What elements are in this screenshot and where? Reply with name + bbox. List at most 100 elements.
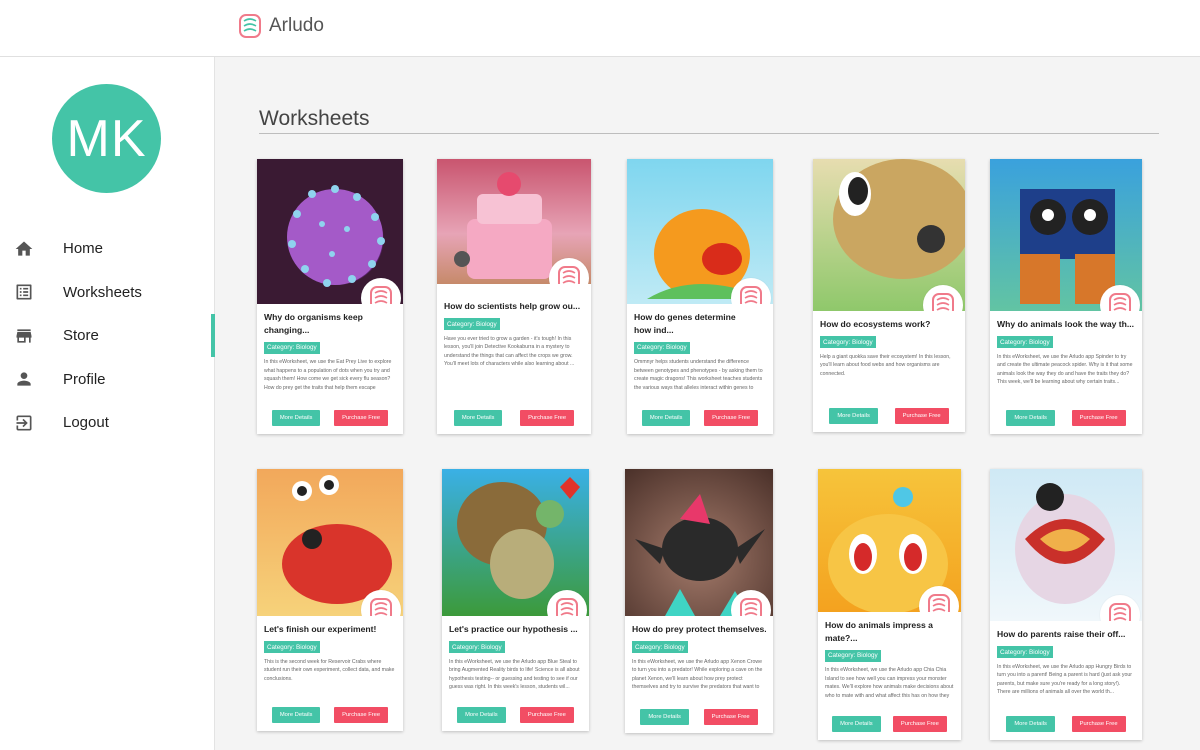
- sidebar-item-label: Profile: [63, 370, 106, 388]
- card-title: Why do organisms keep changing...: [264, 312, 363, 335]
- worksheet-card[interactable]: Why do animals look the way th... Catego…: [990, 159, 1142, 434]
- more-details-button[interactable]: More Details: [829, 408, 878, 424]
- more-details-button[interactable]: More Details: [271, 707, 321, 723]
- worksheet-card[interactable]: How do prey protect themselves... Catego…: [625, 469, 773, 733]
- sidebar-item-store[interactable]: Store: [0, 314, 215, 358]
- card-image: [625, 469, 773, 616]
- sidebar-item-label: Worksheets: [63, 283, 142, 301]
- card-body: Why do organisms keep changing... Catego…: [257, 304, 403, 392]
- sidebar-nav: Home Worksheets Store Profile Logout: [0, 227, 215, 445]
- card-title: How do animals impress a mate?...: [825, 620, 933, 643]
- card-title: How do parents raise their off...: [997, 629, 1126, 639]
- purchase-button[interactable]: Purchase Free: [894, 408, 949, 424]
- card-body: Let's finish our experiment! Category: B…: [257, 616, 403, 692]
- card-body: How do animals impress a mate?... Catego…: [818, 612, 961, 700]
- sidebar-item-home[interactable]: Home: [0, 227, 215, 271]
- card-body: How do prey protect themselves... Catego…: [625, 616, 773, 692]
- more-details-button[interactable]: More Details: [1006, 716, 1055, 732]
- purchase-button[interactable]: Purchase Free: [519, 707, 574, 723]
- worksheet-card[interactable]: How do scientists help grow ou... Catego…: [437, 159, 591, 434]
- card-body: How do genes determine how ind... Catego…: [627, 304, 773, 392]
- worksheet-card[interactable]: Let's practice our hypothesis ... Catego…: [442, 469, 589, 731]
- more-details-button[interactable]: More Details: [453, 410, 503, 426]
- card-description: In this eWorksheet, we use the Arludo ap…: [997, 663, 1132, 696]
- purchase-button[interactable]: Purchase Free: [1071, 410, 1126, 426]
- card-description: In this eWorksheet, we use the Arludo ap…: [997, 353, 1133, 386]
- more-details-button[interactable]: More Details: [271, 410, 321, 426]
- card-image: [990, 469, 1142, 621]
- sidebar: MK Home Worksheets Store Profile Logout: [0, 57, 215, 750]
- sidebar-item-worksheets[interactable]: Worksheets: [0, 271, 215, 315]
- purchase-button[interactable]: Purchase Free: [520, 410, 575, 426]
- card-description: In this eWorksheet, we use the Arludo ap…: [632, 658, 763, 691]
- more-details-button[interactable]: More Details: [457, 707, 506, 723]
- card-description: In this eWorksheet, we use the Eat Prey …: [264, 359, 392, 391]
- sidebar-item-label: Logout: [63, 414, 109, 432]
- worksheet-card[interactable]: How do genes determine how ind... Catego…: [627, 159, 773, 434]
- purchase-button[interactable]: Purchase Free: [892, 716, 947, 732]
- category-badge: Category: Biology: [825, 649, 881, 662]
- card-title: How do ecosystems work?: [820, 319, 931, 329]
- logout-icon: [14, 413, 34, 433]
- more-details-button[interactable]: More Details: [1006, 410, 1055, 426]
- arludo-logo-icon: [239, 14, 261, 38]
- category-badge: Category: Biology: [820, 336, 876, 348]
- list-icon: [14, 282, 34, 302]
- worksheet-card[interactable]: Let's finish our experiment! Category: B…: [257, 469, 403, 731]
- home-icon: [14, 239, 34, 259]
- app-name: Arludo: [269, 15, 324, 36]
- worksheet-card[interactable]: How do ecosystems work? Category: Biolog…: [813, 159, 965, 432]
- category-badge: Category: Biology: [634, 341, 690, 354]
- purchase-button[interactable]: Purchase Free: [704, 410, 759, 426]
- category-badge: Category: Biology: [444, 318, 500, 330]
- card-image: [257, 159, 403, 304]
- more-details-button[interactable]: More Details: [832, 716, 881, 732]
- card-body: How do ecosystems work? Category: Biolog…: [813, 311, 965, 387]
- card-image: [437, 159, 591, 284]
- card-image: [627, 159, 773, 304]
- card-title: Why do animals look the way th...: [997, 319, 1135, 329]
- card-description: This is the second week for Reservoir Cr…: [264, 658, 395, 682]
- purchase-button[interactable]: Purchase Free: [703, 709, 758, 725]
- worksheet-card[interactable]: How do animals impress a mate?... Catego…: [818, 469, 961, 740]
- person-icon: [14, 369, 34, 389]
- card-description: In this eWorksheet, we use the Arludo ap…: [825, 667, 954, 699]
- card-image: [990, 159, 1142, 311]
- top-bar: Arludo: [0, 0, 1200, 57]
- worksheet-card[interactable]: Why do organisms keep changing... Catego…: [257, 159, 403, 434]
- sidebar-item-logout[interactable]: Logout: [0, 401, 215, 445]
- card-title: Let's finish our experiment!: [264, 624, 377, 634]
- card-image: [257, 469, 403, 616]
- category-badge: Category: Biology: [264, 341, 320, 354]
- card-body: How do parents raise their off... Catego…: [990, 621, 1142, 697]
- brand[interactable]: Arludo: [238, 13, 324, 39]
- card-image: [813, 159, 965, 311]
- category-badge: Category: Biology: [264, 641, 320, 653]
- category-badge: Category: Biology: [997, 646, 1053, 658]
- purchase-button[interactable]: Purchase Free: [334, 410, 389, 426]
- category-badge: Category: Biology: [449, 641, 505, 653]
- store-icon: [14, 326, 34, 346]
- category-badge: Category: Biology: [997, 336, 1053, 348]
- sidebar-item-label: Store: [63, 327, 99, 345]
- card-title: Let's practice our hypothesis ...: [449, 624, 578, 634]
- card-body: Why do animals look the way th... Catego…: [990, 311, 1142, 387]
- category-badge: Category: Biology: [632, 641, 688, 653]
- purchase-button[interactable]: Purchase Free: [334, 707, 389, 723]
- avatar[interactable]: MK: [52, 84, 161, 193]
- worksheet-card[interactable]: How do parents raise their off... Catego…: [990, 469, 1142, 740]
- card-description: Help a giant quokka save their ecosystem…: [820, 353, 951, 377]
- sidebar-item-profile[interactable]: Profile: [0, 358, 215, 402]
- page-title: Worksheets: [259, 107, 370, 130]
- card-description: Have you ever tried to grow a garden - i…: [444, 335, 575, 368]
- more-details-button[interactable]: More Details: [641, 410, 691, 426]
- card-title: How do genes determine how ind...: [634, 312, 736, 335]
- card-description: Ommnyr helps students understand the dif…: [634, 359, 763, 391]
- sidebar-item-label: Home: [63, 240, 104, 258]
- more-details-button[interactable]: More Details: [640, 709, 689, 725]
- card-title: How do prey protect themselves...: [632, 624, 766, 634]
- card-description: In this eWorksheet, we use the Arludo ap…: [449, 658, 580, 691]
- card-image: [442, 469, 589, 616]
- purchase-button[interactable]: Purchase Free: [1071, 716, 1126, 732]
- title-divider: [259, 133, 1159, 134]
